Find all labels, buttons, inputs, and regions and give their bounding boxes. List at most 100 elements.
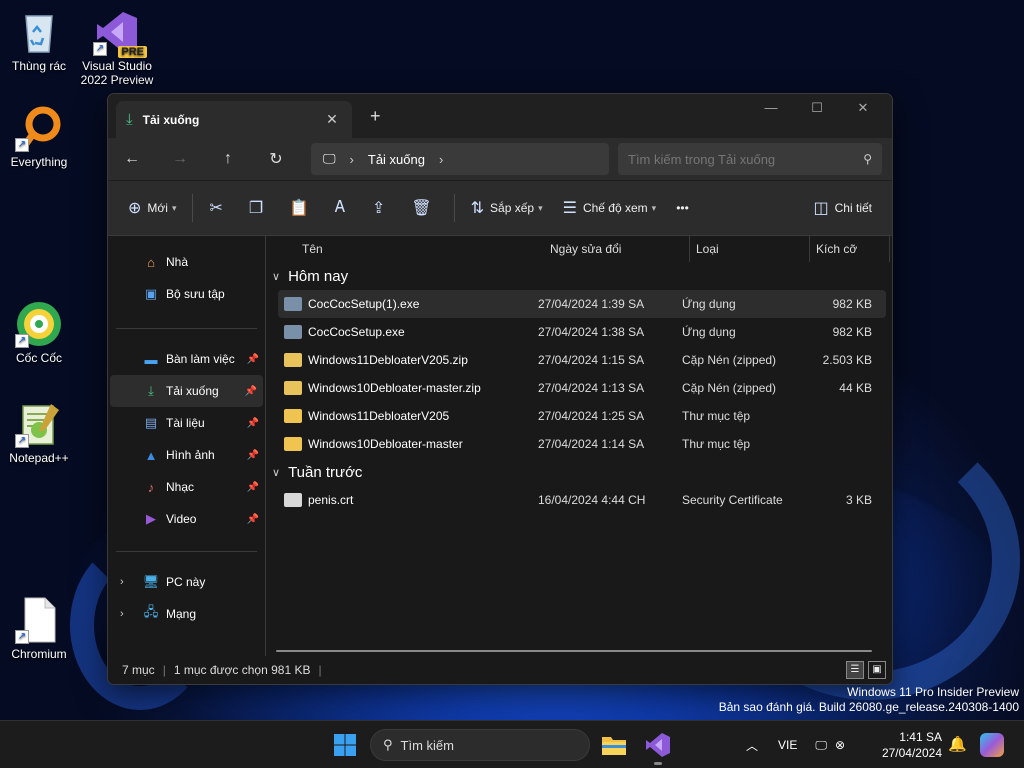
desktop-icon-notepadpp[interactable]: ↗ Notepad++ — [0, 400, 78, 465]
chevron-right-icon: › — [349, 151, 354, 167]
nav-item-music[interactable]: ♪ Nhạc 📌 — [108, 471, 265, 503]
view-button[interactable]: ☰ Chế độ xem ▾ — [553, 190, 667, 226]
preview-badge: PRE — [118, 46, 147, 58]
windows-logo-icon — [334, 734, 356, 756]
taskbar-search[interactable]: ⚲ Tìm kiếm — [370, 729, 590, 761]
blank-file-icon: ↗ — [15, 596, 63, 644]
search-input[interactable] — [628, 151, 864, 167]
taskbar-visual-studio[interactable] — [644, 731, 672, 765]
forward-button[interactable]: → — [156, 150, 204, 168]
chevron-right-icon[interactable]: › — [120, 576, 124, 588]
chevron-up-icon[interactable]: ︿ — [746, 737, 758, 754]
more-options-button[interactable]: ••• — [666, 190, 699, 226]
file-name: Windows10Debloater-master.zip — [308, 381, 481, 395]
column-name[interactable]: Tên — [296, 236, 544, 262]
chevron-down-icon: ▾ — [651, 202, 657, 213]
nav-item-downloads[interactable]: ⤓ Tải xuống 📌 — [110, 375, 263, 407]
table-row[interactable]: Windows10Debloater-master.zip 27/04/2024… — [278, 374, 886, 402]
nav-item-pictures[interactable]: ▲ Hình ảnh 📌 — [108, 439, 265, 471]
group-header-last-week[interactable]: ∨ Tuần trước — [266, 458, 892, 486]
clock[interactable]: 1:41 SA 27/04/2024 — [870, 729, 942, 761]
home-icon: ⌂ — [147, 254, 155, 270]
tab-downloads[interactable]: ⤓ Tải xuống ✕ — [116, 101, 352, 138]
file-date: 27/04/2024 1:15 SA — [538, 353, 645, 367]
desktop-icon-chromium[interactable]: ↗ Chromium — [0, 596, 78, 661]
divider: | — [318, 663, 322, 677]
desktop-icon-everything[interactable]: ↗ Everything — [0, 104, 78, 169]
taskbar-file-explorer[interactable] — [600, 731, 628, 759]
table-row[interactable]: Windows11DebloaterV205 27/04/2024 1:25 S… — [278, 402, 886, 430]
new-button[interactable]: ⊕ Mới ▾ — [118, 190, 186, 226]
taskbar: ⚲ Tìm kiếm ︿ VIE 🖵 ⊗ 1:41 SA 27/04/2024 … — [0, 720, 1024, 768]
column-size[interactable]: Kích cỡ — [810, 235, 890, 262]
copy-button[interactable]: ❐ — [239, 190, 279, 226]
network-icon[interactable]: 🖵 — [815, 738, 827, 753]
column-type[interactable]: Loại — [690, 235, 810, 262]
certificate-file-icon — [284, 493, 302, 507]
notepad-plus-plus-icon: ↗ — [15, 400, 63, 448]
paste-button[interactable]: 📋 — [279, 190, 325, 226]
volume-muted-icon[interactable]: ⊗ — [835, 738, 845, 752]
close-tab-icon[interactable]: ✕ — [322, 111, 342, 128]
breadcrumb[interactable]: 🖵 › Tải xuống › — [311, 143, 609, 175]
nav-item-home[interactable]: ⌂ Nhà — [108, 246, 265, 278]
rename-button[interactable]: Ꭺ — [325, 190, 362, 226]
start-button[interactable] — [333, 733, 357, 757]
nav-item-this-pc[interactable]: › 🖥 PC này — [108, 566, 265, 598]
table-row[interactable]: CocCocSetup(1).exe 27/04/2024 1:39 SA Ứn… — [278, 290, 886, 318]
shortcut-arrow-icon: ↗ — [15, 630, 29, 644]
chevron-right-icon[interactable]: › — [439, 152, 443, 167]
notification-bell-icon[interactable]: 🔔 — [948, 735, 967, 753]
desktop-icon-label: Cốc Cốc — [15, 351, 62, 365]
nav-label: PC này — [166, 575, 206, 589]
details-label: Chi tiết — [834, 201, 872, 215]
minimize-button[interactable]: — — [748, 100, 794, 116]
tiles-view-button[interactable]: ▣ — [868, 661, 886, 679]
copilot-icon[interactable] — [980, 733, 1004, 757]
chevron-right-icon[interactable]: › — [120, 608, 124, 620]
details-pane-button[interactable]: ◫ Chi tiết — [804, 190, 882, 226]
nav-label: Hình ảnh — [166, 448, 215, 462]
desktop-icon-recycle-bin[interactable]: Thùng rác — [0, 8, 78, 73]
selection-info: 1 mục được chọn 981 KB — [173, 663, 311, 677]
file-size: 3 KB — [845, 493, 872, 507]
cut-button[interactable]: ✂ — [199, 190, 238, 226]
breadcrumb-location[interactable]: Tải xuống — [368, 152, 425, 167]
column-date[interactable]: Ngày sửa đổi — [544, 235, 690, 262]
nav-item-documents[interactable]: ▤ Tài liệu 📌 — [108, 407, 265, 439]
input-language[interactable]: VIE — [778, 738, 797, 752]
table-row[interactable]: Windows10Debloater-master 27/04/2024 1:1… — [278, 430, 886, 458]
horizontal-scrollbar[interactable] — [276, 650, 872, 652]
search-box[interactable]: ⚲ — [618, 143, 882, 175]
tab-title: Tải xuống — [142, 112, 200, 127]
desktop-icon-label: Chromium — [11, 647, 67, 661]
nav-item-network[interactable]: › 🖧 Mạng — [108, 598, 265, 630]
details-view-button[interactable]: ☰ — [846, 661, 864, 679]
up-button[interactable]: ↑ — [204, 150, 252, 168]
file-size: 982 KB — [832, 297, 872, 311]
table-row[interactable]: penis.crt 16/04/2024 4:44 CH Security Ce… — [278, 486, 886, 514]
new-tab-button[interactable]: + — [370, 106, 381, 127]
back-button[interactable]: ← — [108, 150, 156, 168]
share-button[interactable]: ⇪ — [362, 190, 401, 226]
nav-item-gallery[interactable]: ▣ Bộ sưu tập — [108, 278, 265, 310]
desktop-icon-visual-studio[interactable]: PRE ↗ Visual Studio 2022 Preview — [78, 8, 156, 87]
close-window-button[interactable]: ✕ — [840, 100, 886, 116]
desktop-icon-coccoc[interactable]: ↗ Cốc Cốc — [0, 300, 78, 365]
group-header-today[interactable]: ∨ Hôm nay — [266, 262, 892, 290]
file-size: 982 KB — [832, 325, 872, 339]
visual-studio-icon — [646, 733, 670, 757]
refresh-button[interactable]: ↻ — [252, 149, 300, 169]
shortcut-arrow-icon: ↗ — [93, 42, 107, 56]
delete-button[interactable]: 🗑 — [401, 190, 447, 226]
nav-item-desktop[interactable]: ▬ Bàn làm việc 📌 — [108, 343, 265, 375]
zip-folder-icon — [284, 353, 302, 367]
table-row[interactable]: Windows11DebloaterV205.zip 27/04/2024 1:… — [278, 346, 886, 374]
nav-item-video[interactable]: ▶ Video 📌 — [108, 503, 265, 535]
table-row[interactable]: CocCocSetup.exe 27/04/2024 1:38 SA Ứng d… — [278, 318, 886, 346]
address-bar: ← → ↑ ↻ 🖵 › Tải xuống › ⚲ — [108, 138, 892, 180]
taskbar-search-label: Tìm kiếm — [400, 737, 454, 753]
sort-button[interactable]: ⇅ Sắp xếp ▾ — [461, 190, 553, 226]
maximize-button[interactable]: ☐ — [794, 100, 840, 116]
nav-label: Mạng — [166, 607, 197, 621]
